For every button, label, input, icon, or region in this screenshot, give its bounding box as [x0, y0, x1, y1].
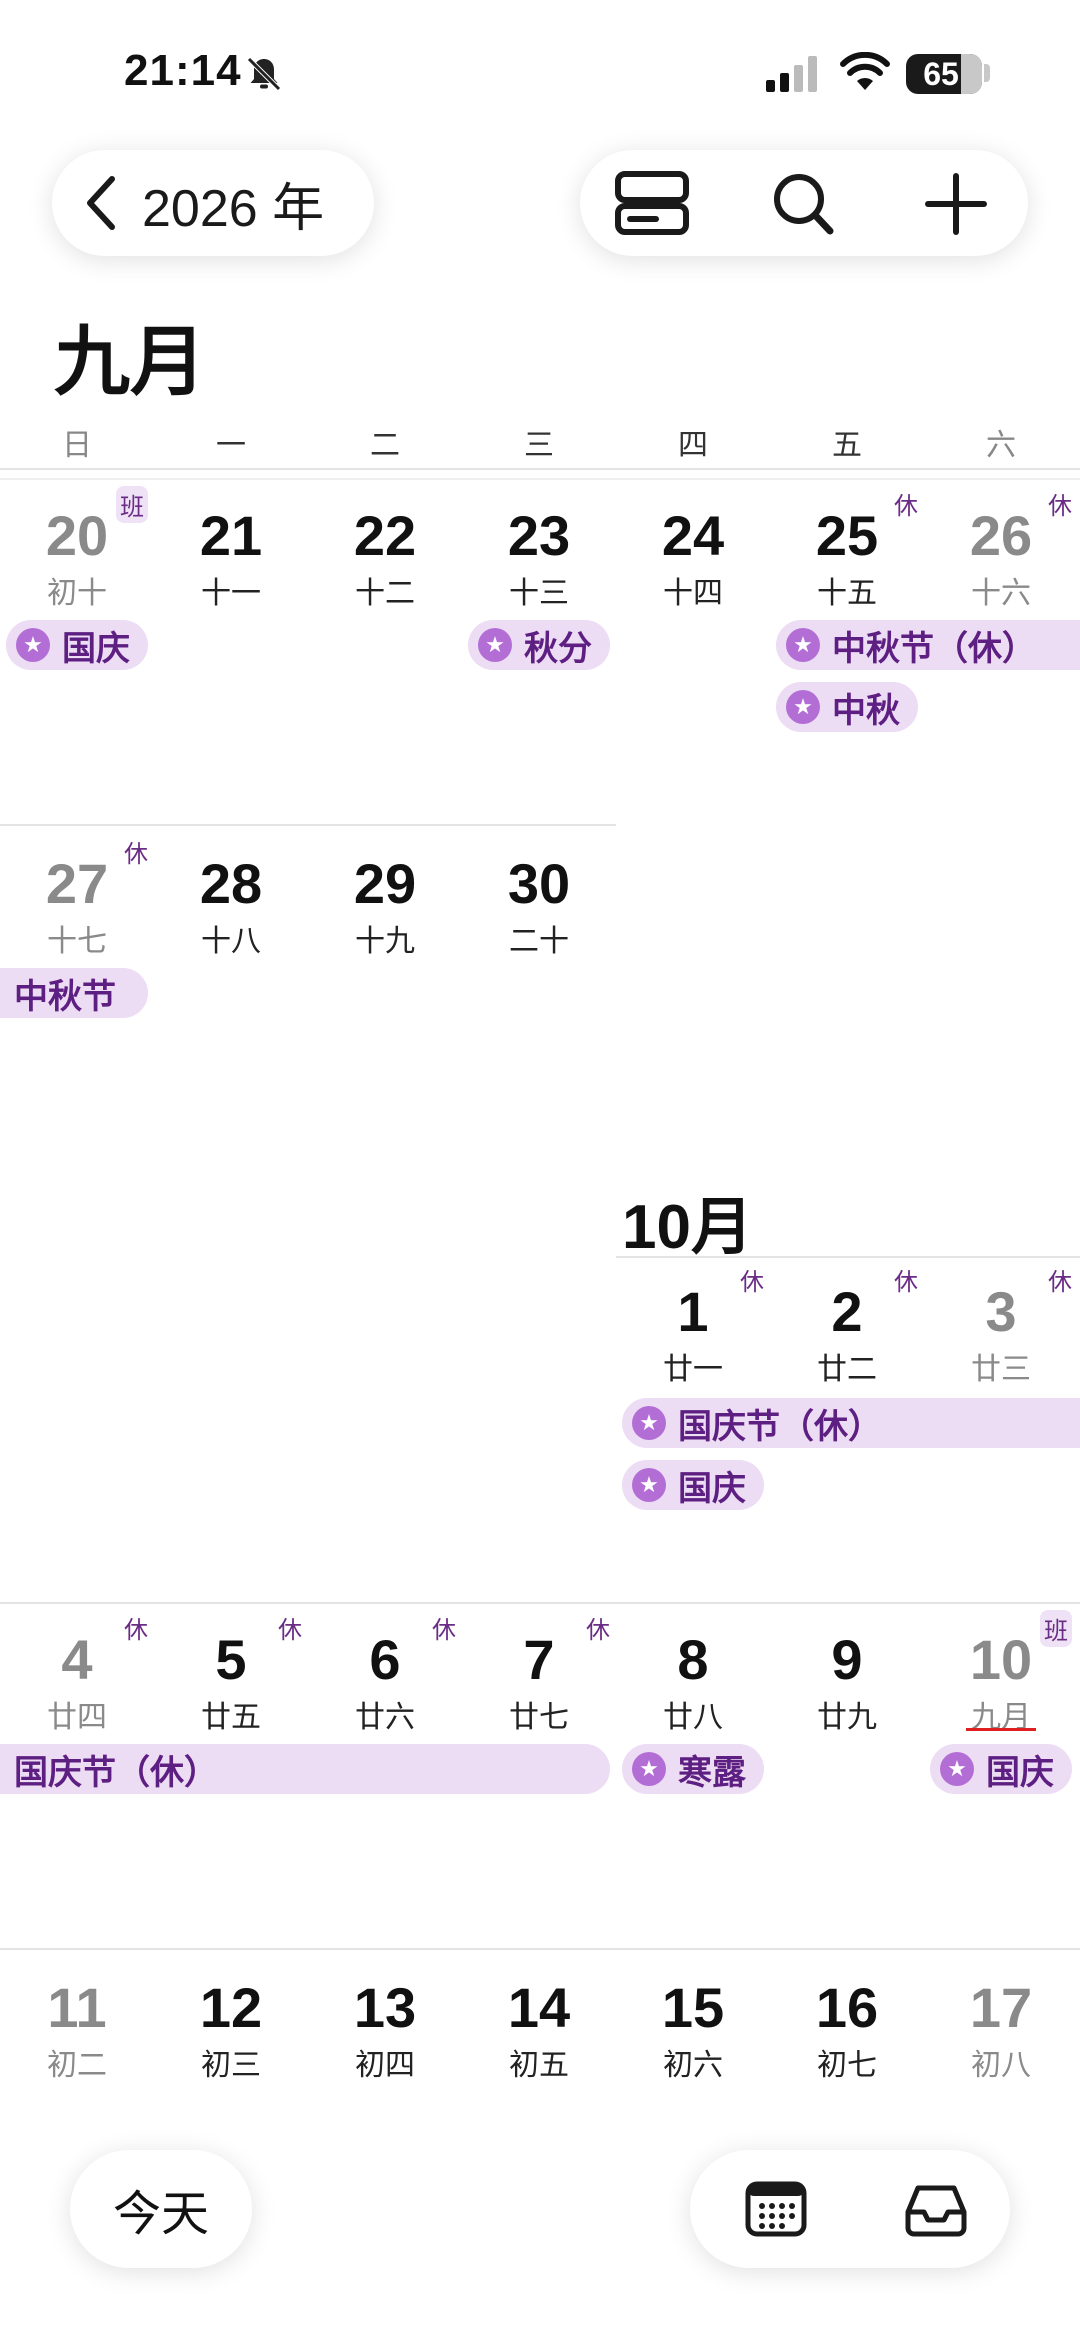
weekday-sat: 六 [986, 428, 1016, 463]
row-divider [616, 1256, 1080, 1258]
day-cell[interactable]: 26 十六 休 [924, 492, 1078, 612]
weekday-thu: 四 [678, 428, 708, 463]
day-cell[interactable]: 2 廿二 休 [770, 1268, 924, 1388]
day-cell[interactable]: 17 初八 [924, 1978, 1078, 2084]
day-cell[interactable]: 1 廿一 休 [616, 1268, 770, 1388]
cell-signal-icon [766, 56, 817, 92]
search-icon[interactable] [764, 170, 844, 236]
year-label: 2026 年 [142, 179, 325, 238]
day-cell[interactable]: 15 初六 [616, 1978, 770, 2084]
holiday-badge: 休 [432, 1616, 456, 1644]
month-title-september: 九月 [54, 317, 206, 406]
day-cell[interactable]: 29 十九 [308, 854, 462, 960]
month-title-october: 10月 [622, 1193, 753, 1262]
day-cell[interactable]: 10 九月 班 [924, 1610, 1078, 1736]
back-to-year-button[interactable]: 2026 年 [52, 150, 374, 256]
event-chip[interactable]: ★ 国庆节（休） [622, 1398, 1080, 1448]
day-cell[interactable]: 7 廿七 休 [462, 1616, 616, 1736]
holiday-badge: 休 [278, 1616, 302, 1644]
event-chip[interactable]: 中秋节 [0, 968, 148, 1018]
day-cell[interactable]: 6 廿六 休 [308, 1616, 462, 1736]
workday-badge: 班 [1040, 1610, 1072, 1647]
star-icon: ★ [632, 1468, 666, 1502]
day-cell[interactable]: 28 十八 [154, 854, 308, 960]
row-divider [0, 1602, 1080, 1604]
event-chip[interactable]: ★ 中秋节（休） [776, 620, 1080, 670]
battery-indicator: 65 [906, 54, 982, 94]
star-icon: ★ [632, 1752, 666, 1786]
day-cell[interactable]: 5 廿五 休 [154, 1616, 308, 1736]
star-icon: ★ [940, 1752, 974, 1786]
day-cell[interactable]: 3 廿三 休 [924, 1268, 1078, 1388]
star-icon: ★ [478, 628, 512, 662]
battery-percent: 65 [923, 56, 959, 92]
header-actions [580, 150, 1028, 256]
bottom-actions [690, 2150, 1010, 2268]
chevron-left-icon [87, 176, 115, 230]
inbox-icon[interactable] [904, 2180, 968, 2238]
event-chip[interactable]: ★ 寒露 [622, 1744, 764, 1794]
day-cell[interactable]: 20 初十 班 [0, 486, 154, 612]
day-cell[interactable]: 4 廿四 休 [0, 1616, 154, 1736]
day-cell[interactable]: 21 十一 [154, 506, 308, 612]
wifi-icon [840, 52, 890, 90]
calendar-grid-icon[interactable] [744, 2180, 808, 2238]
weekday-wed: 三 [524, 428, 554, 463]
weekday-sun: 日 [62, 428, 92, 463]
event-chip[interactable]: 国庆节（休） [0, 1744, 610, 1794]
holiday-badge: 休 [124, 1616, 148, 1644]
day-cell[interactable]: 22 十二 [308, 506, 462, 612]
holiday-badge: 休 [740, 1268, 764, 1296]
row-divider [0, 478, 1080, 480]
add-icon[interactable] [916, 170, 996, 236]
day-cell[interactable]: 12 初三 [154, 1978, 308, 2084]
today-button[interactable]: 今天 [70, 2150, 252, 2268]
day-cell[interactable]: 14 初五 [462, 1978, 616, 2084]
holiday-badge: 休 [586, 1616, 610, 1644]
holiday-badge: 休 [124, 840, 148, 868]
day-cell[interactable]: 11 初二 [0, 1978, 154, 2084]
view-mode-icon[interactable] [612, 170, 692, 236]
star-icon: ★ [786, 628, 820, 662]
battery-nub [984, 64, 990, 82]
day-cell[interactable]: 13 初四 [308, 1978, 462, 2084]
holiday-badge: 休 [894, 492, 918, 520]
row-divider [0, 824, 616, 826]
event-chip[interactable]: ★ 秋分 [468, 620, 610, 670]
star-icon: ★ [632, 1406, 666, 1440]
event-chip[interactable]: ★ 中秋 [776, 682, 918, 732]
holiday-badge: 休 [894, 1268, 918, 1296]
workday-badge: 班 [116, 486, 148, 523]
event-chip[interactable]: ★ 国庆 [622, 1460, 764, 1510]
weekday-divider [0, 468, 1080, 470]
event-chip[interactable]: ★ 国庆 [930, 1744, 1072, 1794]
star-icon: ★ [16, 628, 50, 662]
weekday-fri: 五 [832, 428, 862, 463]
weekday-mon: 一 [216, 428, 246, 463]
day-cell[interactable]: 25 十五 休 [770, 492, 924, 612]
status-time: 21:14 [124, 46, 242, 95]
day-cell[interactable]: 9 廿九 [770, 1630, 924, 1736]
day-cell[interactable]: 8 廿八 [616, 1630, 770, 1736]
bell-muted-icon [247, 57, 281, 91]
day-cell[interactable]: 27 十七 休 [0, 840, 154, 960]
row-divider [0, 1948, 1080, 1950]
day-cell[interactable]: 24 十四 [616, 506, 770, 612]
event-chip[interactable]: ★ 国庆 [6, 620, 148, 670]
day-cell[interactable]: 23 十三 [462, 506, 616, 612]
day-cell[interactable]: 30 二十 [462, 854, 616, 960]
star-icon: ★ [786, 690, 820, 724]
holiday-badge: 休 [1048, 492, 1072, 520]
lunar-month-underline [966, 1728, 1036, 1731]
holiday-badge: 休 [1048, 1268, 1072, 1296]
day-cell[interactable]: 16 初七 [770, 1978, 924, 2084]
weekday-tue: 二 [370, 428, 400, 463]
